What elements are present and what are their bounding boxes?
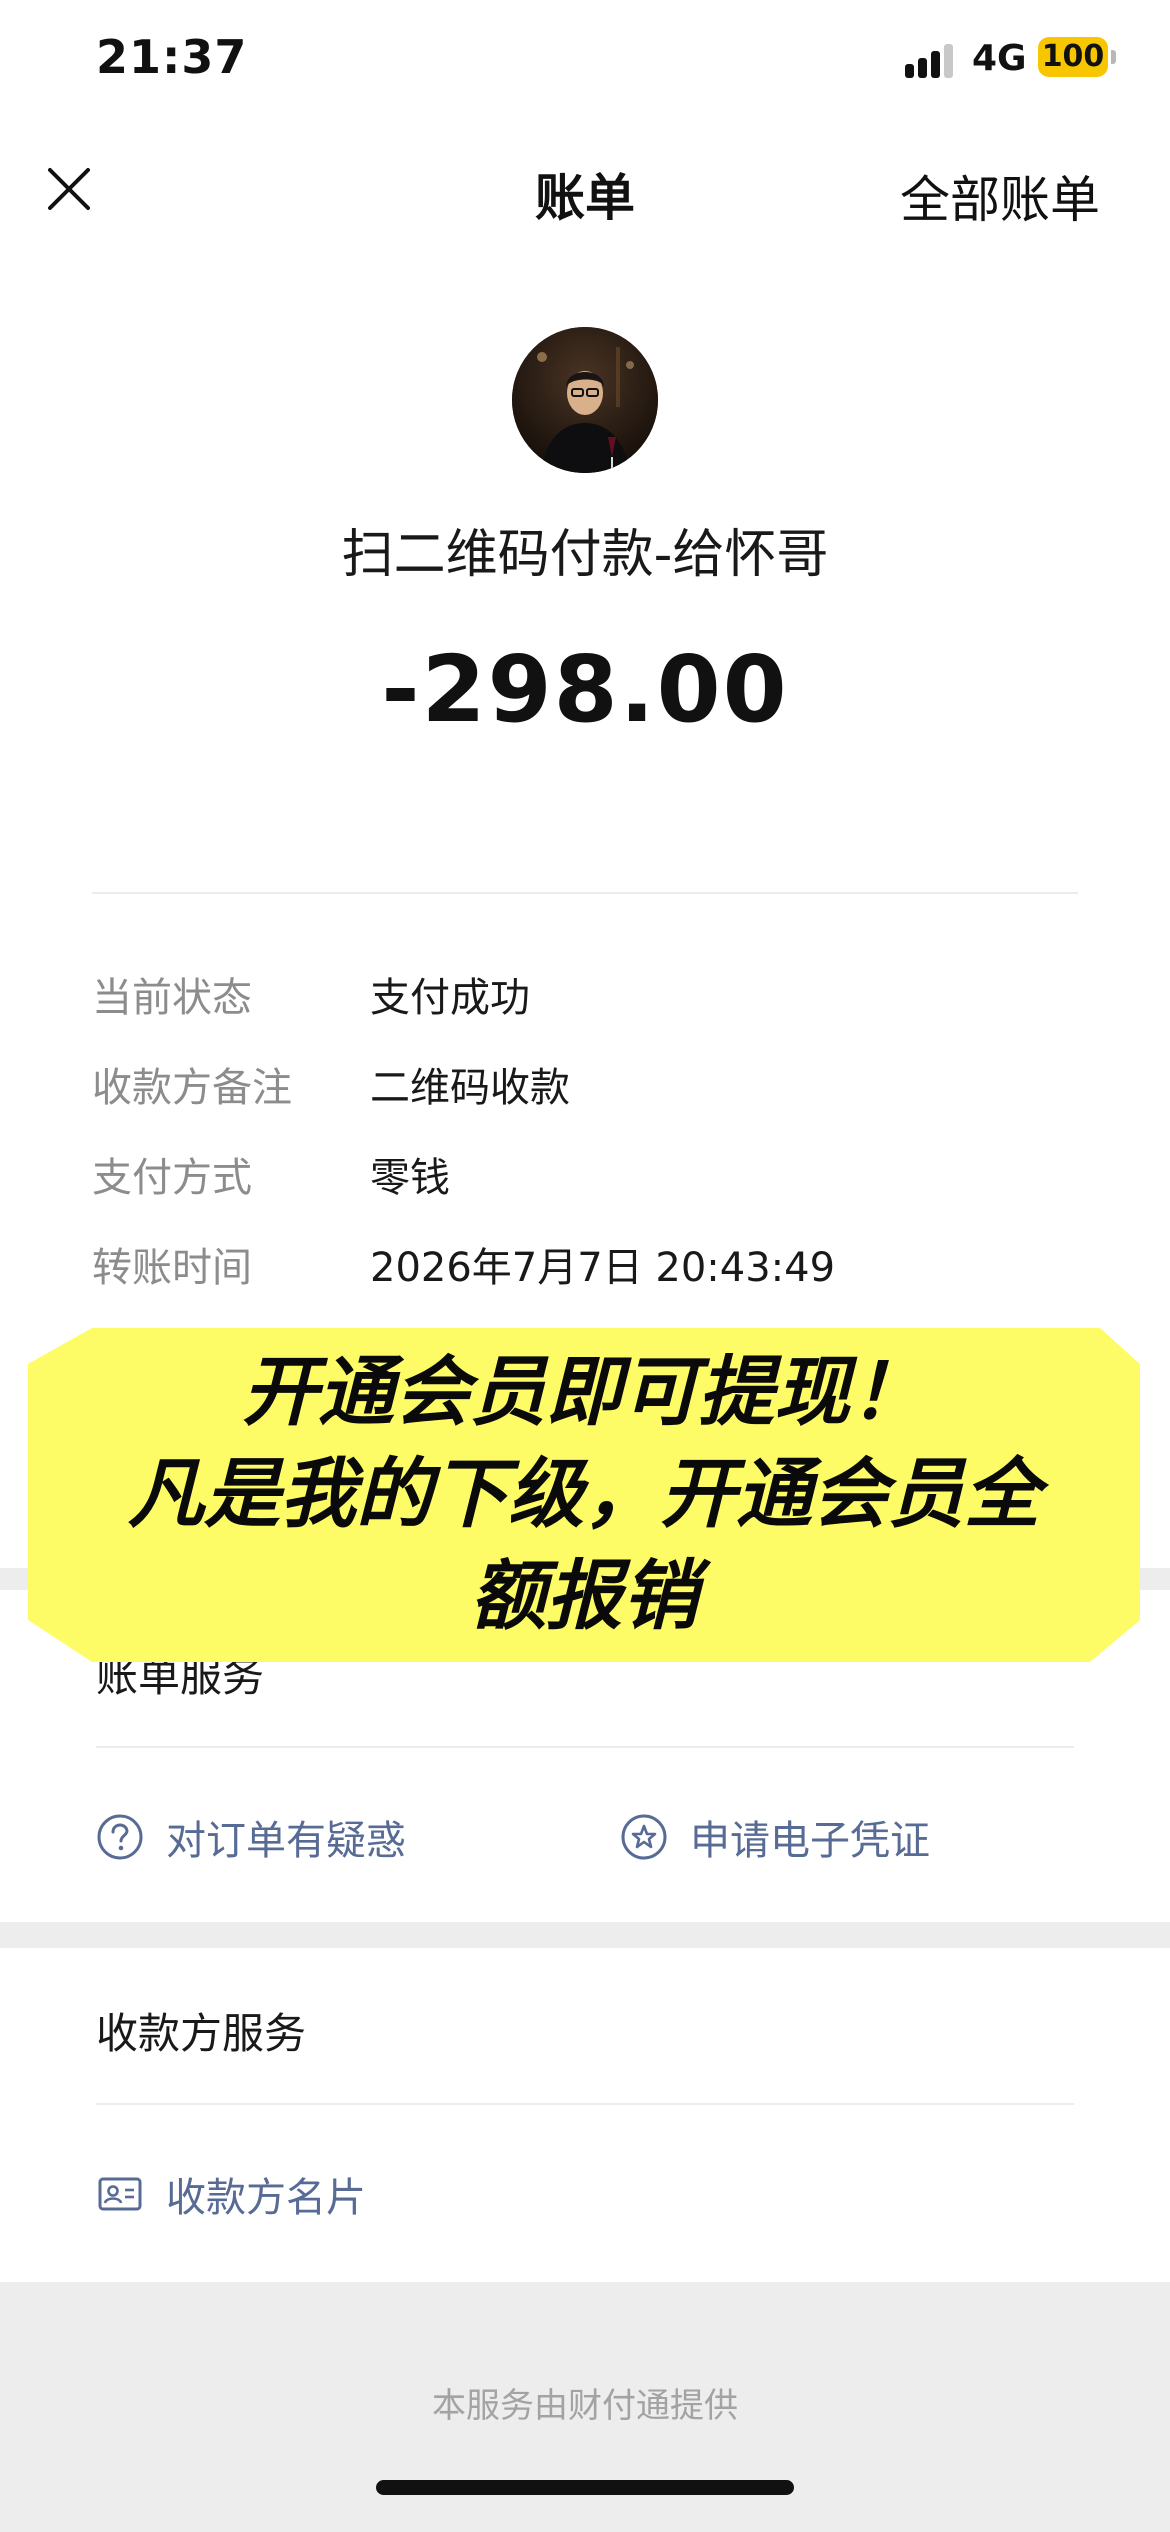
question-circle-icon xyxy=(97,1814,143,1860)
status-label: 当前状态 xyxy=(92,975,252,1021)
signal-strength-icon xyxy=(905,42,961,78)
close-icon xyxy=(48,168,90,210)
payment-method-label: 支付方式 xyxy=(92,1155,252,1201)
apply-e-receipt-button[interactable]: 申请电子凭证 xyxy=(620,1802,930,1872)
promo-banner: 开通会员即可提现！ 凡是我的下级，开通会员全 额报销 xyxy=(28,1328,1140,1662)
all-bills-link[interactable]: 全部账单 xyxy=(900,160,1100,232)
order-question-button[interactable]: 对订单有疑惑 xyxy=(96,1802,406,1872)
payee-note-value: 二维码收款 xyxy=(370,1065,570,1111)
divider xyxy=(92,892,1078,894)
battery-indicator: 100 xyxy=(1038,37,1108,77)
apply-e-receipt-label: 申请电子凭证 xyxy=(690,1818,930,1864)
promo-line-2: 凡是我的下级，开通会员全 xyxy=(128,1449,1040,1538)
divider xyxy=(96,1746,1074,1748)
close-button[interactable] xyxy=(40,160,98,218)
divider xyxy=(96,2103,1074,2105)
payee-service-title: 收款方服务 xyxy=(96,2009,307,2058)
battery-tip xyxy=(1111,50,1116,64)
contact-card-icon xyxy=(98,2177,142,2211)
footer: 本服务由财付通提供 xyxy=(0,2282,1170,2532)
payment-method-value: 零钱 xyxy=(370,1155,450,1201)
star-circle-icon xyxy=(621,1814,667,1860)
status-value: 支付成功 xyxy=(370,975,530,1021)
transaction-amount: -298.00 xyxy=(381,636,789,743)
footer-text: 本服务由财付通提供 xyxy=(432,2386,738,2426)
promo-line-3: 额报销 xyxy=(470,1551,698,1640)
section-separator xyxy=(0,1922,1170,1948)
transfer-time-value: 2026年7月7日 20:43:49 xyxy=(370,1245,836,1291)
order-question-label: 对订单有疑惑 xyxy=(166,1818,406,1864)
payee-card-button[interactable]: 收款方名片 xyxy=(96,2159,366,2229)
avatar xyxy=(512,327,658,473)
promo-line-1: 开通会员即可提现！ xyxy=(242,1347,926,1436)
home-indicator[interactable] xyxy=(376,2480,794,2495)
status-time: 21:37 xyxy=(96,30,248,84)
payee-card-label: 收款方名片 xyxy=(166,2175,366,2221)
network-type: 4G xyxy=(972,38,1027,79)
payee-note-label: 收款方备注 xyxy=(92,1065,292,1111)
merchant-name: 扫二维码付款-给怀哥 xyxy=(341,525,829,585)
status-bar: 21:37 4G 100 xyxy=(0,0,1170,120)
transfer-time-label: 转账时间 xyxy=(92,1245,252,1291)
